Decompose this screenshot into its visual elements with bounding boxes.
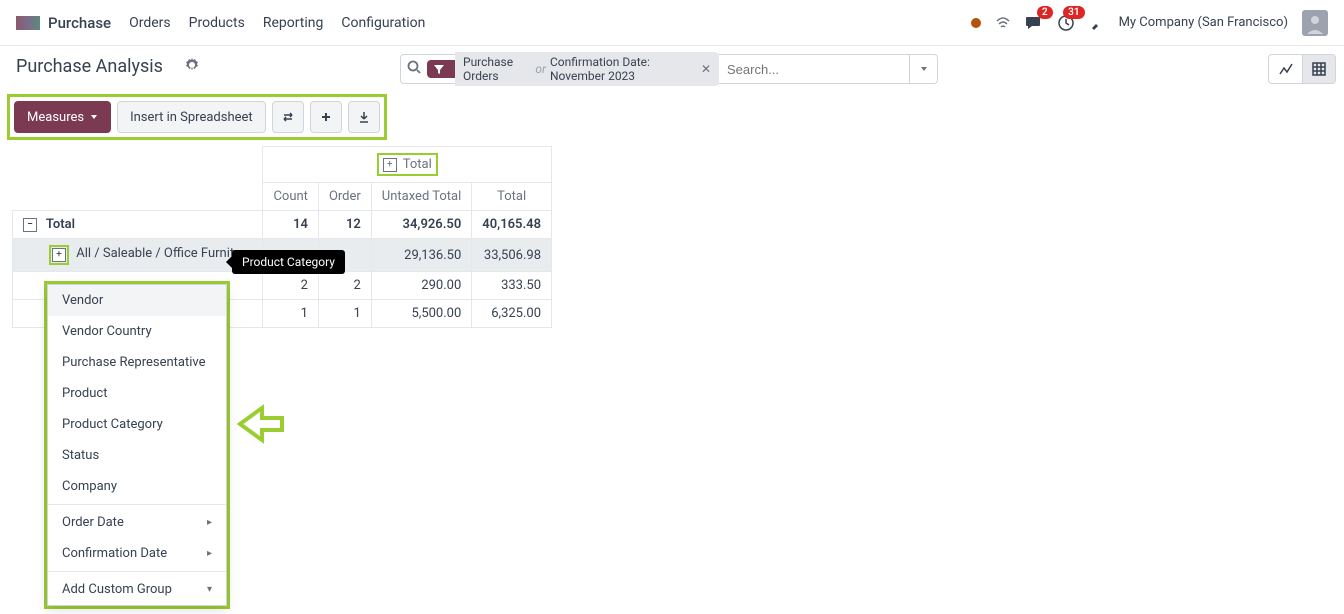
search-input[interactable] [727, 62, 903, 77]
pivot-view-button[interactable] [1302, 54, 1336, 84]
col-untaxed[interactable]: Untaxed Total [371, 183, 471, 211]
col-total[interactable]: Total [472, 183, 552, 211]
cell: 2 [318, 272, 371, 300]
cell: 6,325.00 [472, 300, 552, 328]
annotation-arrow-icon [236, 400, 284, 448]
company-name[interactable]: My Company (San Francisco) [1119, 15, 1288, 30]
cell: 14 [263, 211, 318, 239]
cell: 1 [263, 300, 318, 328]
dropdown-vendor[interactable]: Vendor [48, 285, 226, 316]
download-button[interactable] [348, 101, 380, 133]
top-nav: Purchase Orders Products Reporting Confi… [0, 0, 1344, 46]
graph-view-button[interactable] [1268, 54, 1302, 84]
expand-row-icon[interactable]: + [52, 248, 66, 262]
dropdown-status[interactable]: Status [48, 440, 226, 471]
row-total[interactable]: − Total [13, 211, 263, 239]
messages-badge: 2 [1037, 6, 1053, 19]
dropdown-divider [48, 571, 226, 572]
cell: 5,500.00 [371, 300, 471, 328]
cell: 33,506.98 [472, 239, 552, 272]
filter-label-1: Purchase Orders [463, 55, 531, 83]
groupby-dropdown: Vendor Vendor Country Purchase Represent… [47, 284, 227, 606]
connectivity-icon[interactable] [995, 15, 1011, 31]
nav-configuration[interactable]: Configuration [341, 15, 425, 31]
collapse-row-icon[interactable]: − [23, 218, 37, 232]
nav-products[interactable]: Products [189, 15, 245, 31]
search-bar: Purchase Orders or Confirmation Date: No… [400, 54, 938, 84]
measures-label: Measures [27, 110, 84, 125]
col-count[interactable]: Count [263, 183, 318, 211]
filter-remove-icon[interactable]: ✕ [701, 62, 711, 76]
cell: 290.00 [371, 272, 471, 300]
dropdown-product[interactable]: Product [48, 378, 226, 409]
cell: 2 [263, 272, 318, 300]
status-indicator-icon [971, 18, 981, 28]
filter-pill[interactable] [427, 60, 455, 78]
dropdown-vendor-country[interactable]: Vendor Country [48, 316, 226, 347]
dropdown-divider [48, 504, 226, 505]
dropdown-confirmation-date[interactable]: Confirmation Date▸ [48, 538, 226, 569]
expand-col-icon[interactable]: + [383, 158, 397, 172]
filter-facet[interactable]: Purchase Orders or Confirmation Date: No… [455, 52, 719, 86]
activities-icon[interactable]: 31 [1057, 14, 1075, 32]
app-brand[interactable]: Purchase [48, 14, 111, 32]
cell: 12 [318, 211, 371, 239]
filter-label-2: Confirmation Date: November 2023 [550, 55, 695, 83]
dropdown-add-custom-group[interactable]: Add Custom Group ▾ [48, 574, 226, 605]
gear-icon[interactable] [185, 58, 199, 76]
col-total-label: Total [403, 157, 432, 172]
row-total-label: Total [46, 217, 75, 232]
user-avatar[interactable] [1302, 10, 1328, 36]
view-switcher [1268, 54, 1336, 84]
insert-label: Insert in Spreadsheet [130, 110, 253, 125]
nav-reporting[interactable]: Reporting [263, 15, 324, 31]
nav-orders[interactable]: Orders [129, 15, 171, 31]
submenu-caret-icon: ▸ [207, 517, 212, 528]
cell: 333.50 [472, 272, 552, 300]
page-title: Purchase Analysis [16, 56, 163, 77]
flip-axis-button[interactable] [272, 101, 304, 133]
expand-all-button[interactable] [310, 101, 342, 133]
cell: 40,165.48 [472, 211, 552, 239]
dropdown-product-category[interactable]: Product Category [48, 409, 226, 440]
messages-icon[interactable]: 2 [1025, 14, 1043, 32]
cell: 1 [318, 300, 371, 328]
toolbar: Measures Insert in Spreadsheet [7, 94, 387, 140]
col-order[interactable]: Order [318, 183, 371, 211]
cell: 34,926.50 [371, 211, 471, 239]
col-total-header[interactable]: + Total [263, 147, 552, 183]
dropdown-company[interactable]: Company [48, 471, 226, 502]
cell: 29,136.50 [371, 239, 471, 272]
search-icon [407, 60, 421, 78]
tooltip: Product Category [232, 250, 345, 274]
search-options-button[interactable] [910, 54, 938, 84]
dropdown-order-date[interactable]: Order Date▸ [48, 507, 226, 538]
tooltip-text: Product Category [242, 255, 335, 269]
measures-button[interactable]: Measures [14, 101, 111, 133]
activities-badge: 31 [1063, 6, 1084, 19]
app-logo [16, 16, 40, 30]
submenu-caret-icon: ▸ [207, 548, 212, 559]
insert-spreadsheet-button[interactable]: Insert in Spreadsheet [117, 101, 266, 133]
caret-down-icon: ▾ [207, 584, 212, 595]
caret-down-icon [90, 110, 98, 125]
filter-or: or [535, 62, 546, 76]
dropdown-purchase-rep[interactable]: Purchase Representative [48, 347, 226, 378]
debug-icon[interactable] [1089, 15, 1105, 31]
